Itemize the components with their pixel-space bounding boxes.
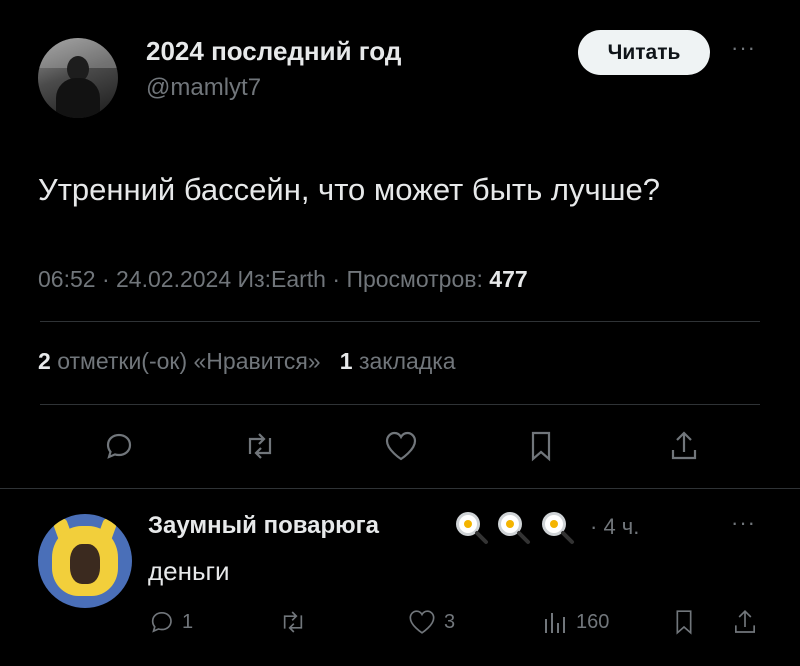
views-count[interactable]: 477: [489, 266, 527, 292]
follow-button[interactable]: Читать: [578, 30, 710, 75]
retweet-icon[interactable]: [236, 422, 284, 470]
likes-count[interactable]: 2: [38, 348, 51, 374]
section-divider: [0, 488, 800, 489]
reply-reply-button[interactable]: 1: [146, 604, 193, 640]
reply-views-button[interactable]: 160: [540, 604, 609, 640]
tweet-text: Утренний бассейн, что может быть лучше?: [38, 172, 660, 207]
reply-text: деньги: [148, 556, 230, 586]
divider: [40, 404, 760, 405]
views-label: Просмотров:: [346, 266, 483, 292]
reply-bookmark-button[interactable]: [670, 604, 698, 640]
reply-icon[interactable]: [94, 422, 142, 470]
tweet-source: Из:Earth: [237, 266, 326, 292]
more-options-icon[interactable]: ···: [731, 35, 756, 61]
tweet-time[interactable]: 06:52: [38, 266, 96, 292]
reply-retweet-button[interactable]: [276, 604, 310, 640]
author-name[interactable]: 2024 последний год: [146, 36, 401, 67]
tweet-stats: 2 отметки(-ок) «Нравится» 1 закладка: [38, 348, 456, 375]
like-count: 3: [444, 610, 456, 633]
fried-egg-pan-icon: [538, 508, 576, 546]
reply-icon: [151, 611, 172, 633]
reply-share-button[interactable]: [730, 604, 760, 640]
reply-author-name[interactable]: Заумный поварюга: [148, 512, 379, 540]
views-chart-icon: [545, 613, 565, 633]
retweet-icon: [283, 611, 303, 633]
reply-more-options-icon[interactable]: ···: [731, 510, 756, 536]
bookmark-icon[interactable]: [517, 422, 565, 470]
share-icon[interactable]: [660, 422, 708, 470]
reply-count: 1: [182, 610, 194, 633]
views-count: 160: [576, 610, 610, 633]
heart-icon: [409, 610, 435, 634]
divider: [40, 321, 760, 322]
fried-egg-pan-icon: [494, 508, 532, 546]
tweet-meta: 06:52 · 24.02.2024 Из:Earth · Просмотров…: [38, 266, 528, 292]
reply-time[interactable]: · 4 ч.: [590, 514, 639, 540]
fried-egg-pan-icon: [452, 508, 490, 546]
tweet-date[interactable]: 24.02.2024: [116, 266, 231, 292]
heart-icon[interactable]: [377, 422, 425, 470]
reply-author-avatar[interactable]: [38, 514, 132, 608]
reply-like-button[interactable]: 3: [406, 604, 455, 640]
bookmarks-label: закладка: [358, 348, 456, 374]
author-avatar[interactable]: [38, 38, 118, 118]
share-icon: [735, 609, 755, 633]
author-handle[interactable]: @mamlyt7: [146, 74, 261, 102]
likes-label[interactable]: отметки(-ок) «Нравится»: [57, 348, 320, 374]
bookmark-icon: [676, 610, 692, 635]
bookmarks-count: 1: [339, 348, 353, 374]
